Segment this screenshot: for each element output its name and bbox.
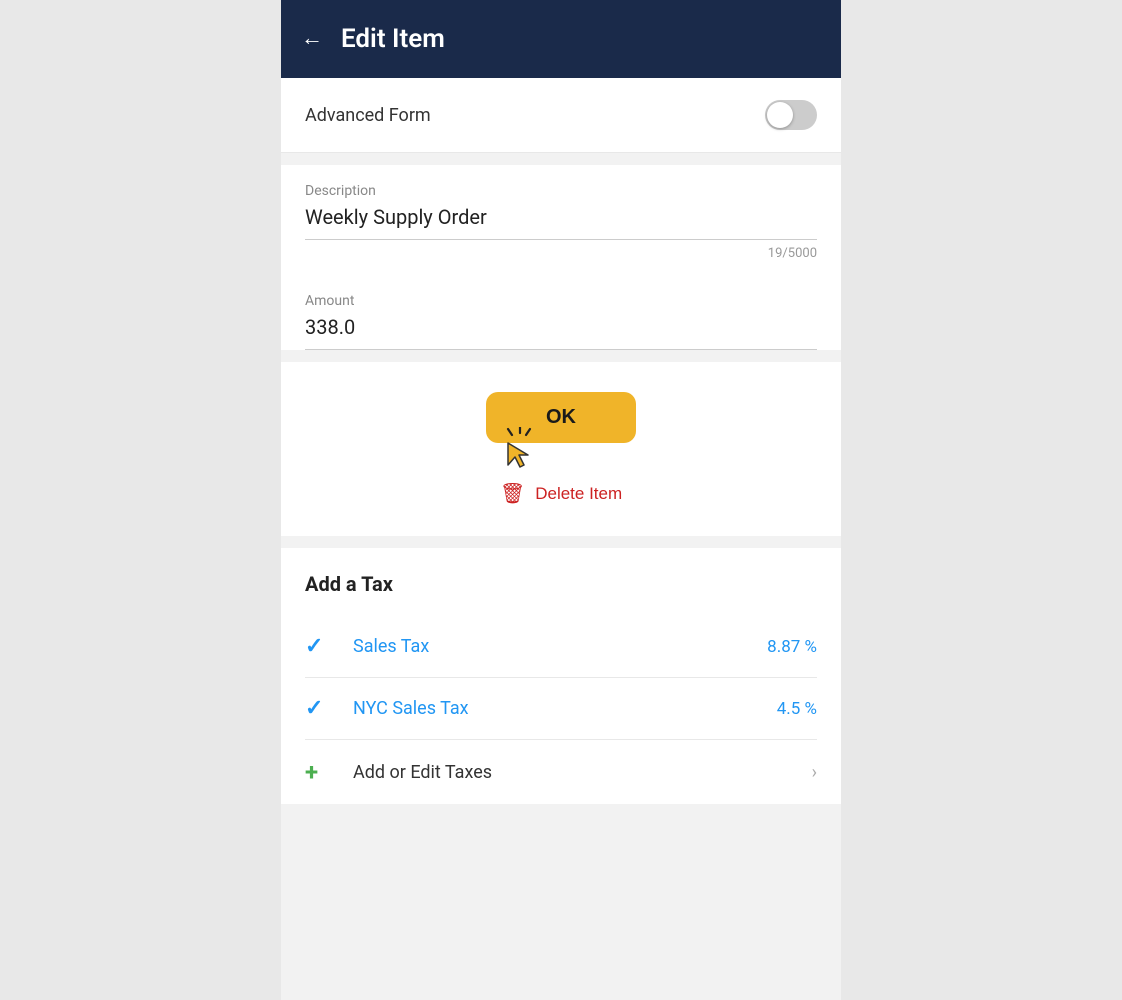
description-label: Description bbox=[305, 183, 817, 199]
description-field-group: Description Weekly Supply Order 19/5000 bbox=[305, 165, 817, 275]
amount-divider bbox=[305, 349, 817, 350]
delete-button[interactable]: 🗑 Delete Item bbox=[500, 481, 622, 506]
nyc-tax-check-icon: ✓ bbox=[305, 696, 333, 721]
tax-section-title: Add a Tax bbox=[305, 572, 817, 596]
add-plus-icon: + bbox=[305, 758, 333, 786]
add-tax-label: Add or Edit Taxes bbox=[353, 762, 792, 783]
phone-container: ← Edit Item Advanced Form Description We… bbox=[281, 0, 841, 1000]
trash-icon: 🗑 bbox=[500, 481, 525, 506]
description-char-count: 19/5000 bbox=[305, 240, 817, 275]
ok-button[interactable]: OK bbox=[486, 392, 636, 443]
actions-section: OK 🗑 Delete Item bbox=[281, 362, 841, 536]
chevron-right-icon: › bbox=[812, 762, 817, 783]
nyc-tax-rate: 4.5 % bbox=[777, 699, 817, 719]
sales-tax-rate: 8.87 % bbox=[767, 637, 817, 657]
add-or-edit-taxes-item[interactable]: + Add or Edit Taxes › bbox=[305, 740, 817, 804]
amount-value[interactable]: 338.0 bbox=[305, 315, 817, 349]
tax-section: Add a Tax ✓ Sales Tax 8.87 % ✓ NYC Sales… bbox=[281, 548, 841, 804]
delete-label: Delete Item bbox=[535, 484, 622, 504]
back-button[interactable]: ← bbox=[301, 28, 323, 50]
page-title: Edit Item bbox=[341, 24, 445, 54]
tax-item-nyc-sales-tax[interactable]: ✓ NYC Sales Tax 4.5 % bbox=[305, 678, 817, 740]
amount-field-group: Amount 338.0 bbox=[305, 275, 817, 350]
form-section: Description Weekly Supply Order 19/5000 … bbox=[281, 165, 841, 350]
sales-tax-name: Sales Tax bbox=[353, 636, 747, 657]
advanced-form-row: Advanced Form bbox=[281, 78, 841, 153]
toggle-track bbox=[765, 100, 817, 130]
header: ← Edit Item bbox=[281, 0, 841, 78]
tax-item-sales-tax[interactable]: ✓ Sales Tax 8.87 % bbox=[305, 616, 817, 678]
amount-label: Amount bbox=[305, 293, 817, 309]
toggle-thumb bbox=[767, 102, 793, 128]
description-value[interactable]: Weekly Supply Order bbox=[305, 205, 817, 239]
ok-button-wrapper: OK bbox=[486, 392, 636, 443]
nyc-tax-name: NYC Sales Tax bbox=[353, 698, 757, 719]
advanced-form-label: Advanced Form bbox=[305, 105, 431, 126]
sales-tax-check-icon: ✓ bbox=[305, 634, 333, 659]
advanced-form-toggle[interactable] bbox=[765, 100, 817, 130]
